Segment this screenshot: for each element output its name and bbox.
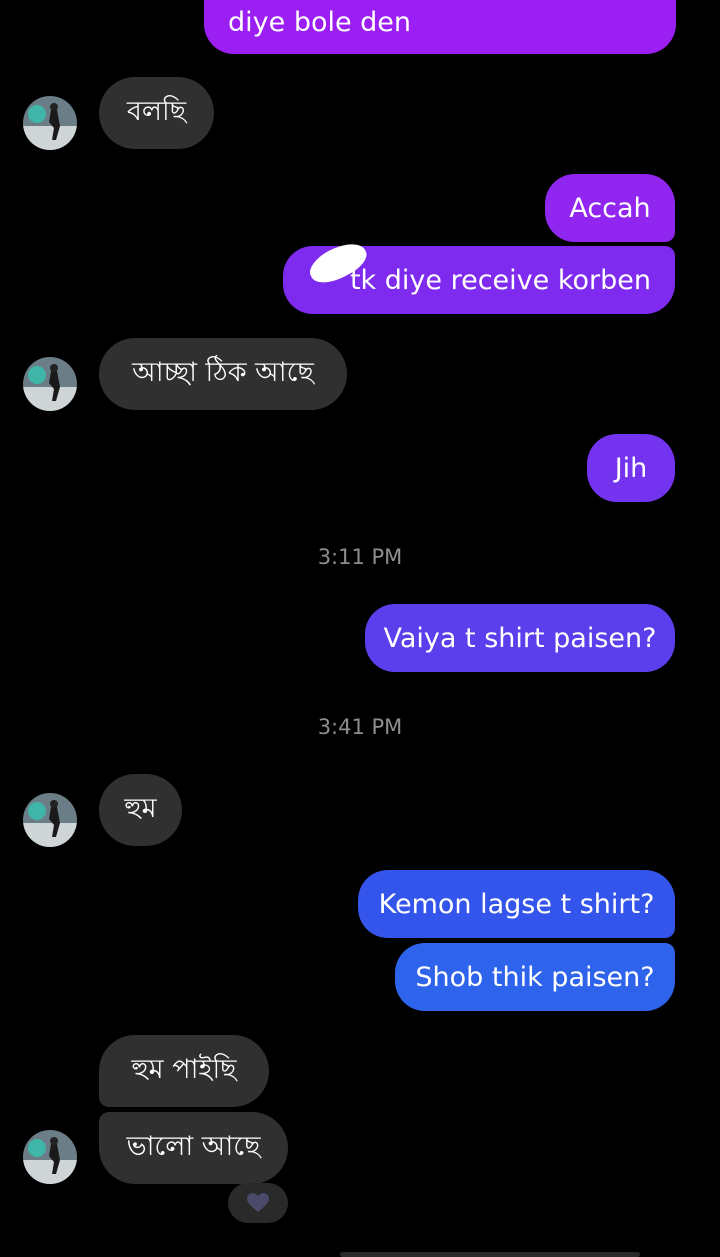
incoming-message[interactable]: হুম <box>99 774 182 846</box>
heart-icon <box>247 1193 269 1212</box>
outgoing-message[interactable]: diye bole den <box>204 0 676 54</box>
contact-avatar[interactable] <box>23 357 77 411</box>
avatar-image <box>23 357 77 411</box>
avatar-image <box>23 96 77 150</box>
contact-avatar[interactable] <box>23 793 77 847</box>
bottom-edge-bar <box>340 1252 640 1257</box>
message-text: হুম পাইছি <box>131 1053 237 1085</box>
message-text: Shob thik paisen? <box>415 961 655 993</box>
message-text: Jih <box>614 452 648 484</box>
timestamp: 3:11 PM <box>317 545 403 569</box>
message-text: আচ্ছা ঠিক আছে <box>132 356 314 388</box>
incoming-message[interactable]: বলছি <box>99 77 214 149</box>
message-text: diye bole den <box>228 7 412 38</box>
chat-thread: diye bole den বলছি Accah tk diye receive… <box>0 0 720 1257</box>
incoming-message[interactable]: ভালো আছে <box>99 1112 288 1184</box>
contact-avatar[interactable] <box>23 96 77 150</box>
message-text: Vaiya t shirt paisen? <box>383 622 657 654</box>
incoming-message[interactable]: আচ্ছা ঠিক আছে <box>99 338 347 410</box>
timestamp: 3:41 PM <box>317 715 403 739</box>
outgoing-message[interactable]: Vaiya t shirt paisen? <box>365 604 675 672</box>
contact-avatar[interactable] <box>23 1130 77 1184</box>
outgoing-message[interactable]: Accah <box>545 174 675 242</box>
outgoing-message[interactable]: Jih <box>587 434 675 502</box>
message-text: হুম <box>124 792 157 824</box>
message-text: tk diye receive korben <box>349 264 651 296</box>
message-text: ভালো আছে <box>126 1130 261 1162</box>
message-text: Accah <box>569 192 651 224</box>
outgoing-message[interactable]: Kemon lagse t shirt? <box>358 870 675 938</box>
avatar-image <box>23 793 77 847</box>
avatar-image <box>23 1130 77 1184</box>
outgoing-message[interactable]: Shob thik paisen? <box>395 943 675 1011</box>
message-reaction[interactable] <box>228 1183 288 1223</box>
message-text: Kemon lagse t shirt? <box>378 888 655 920</box>
message-text: বলছি <box>126 95 187 127</box>
incoming-message[interactable]: হুম পাইছি <box>99 1035 269 1107</box>
